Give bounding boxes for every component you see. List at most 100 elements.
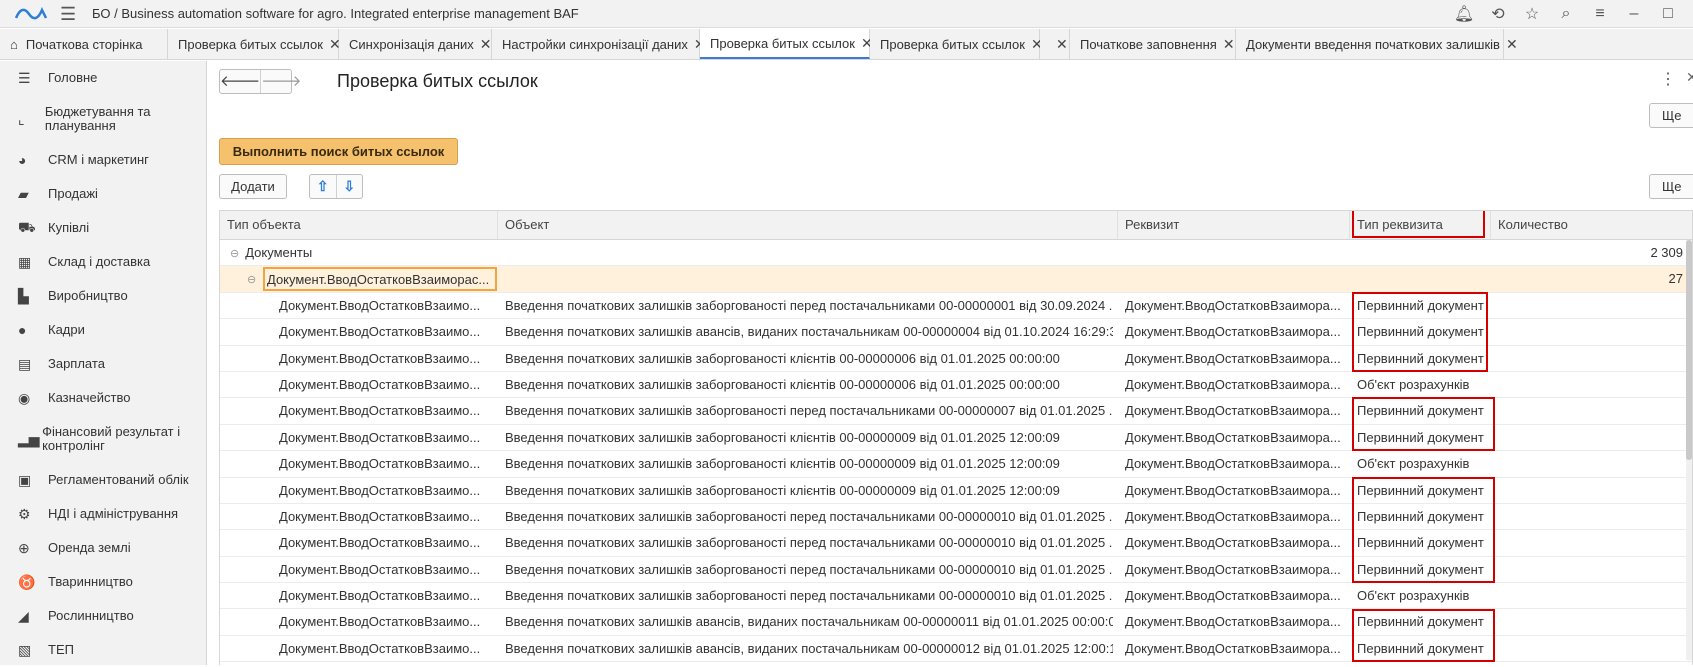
settings-icon[interactable]: ≡ (1583, 5, 1617, 23)
title-bar: ☰ БО / Business automation software for … (0, 0, 1693, 28)
more-button-table[interactable]: Ще (1649, 174, 1693, 199)
sidebar-item-production[interactable]: ▙ Виробництво (0, 279, 206, 313)
cell-attribute: Документ.ВводОстатковВзаимора... (1125, 482, 1341, 498)
sidebar-item-regulated[interactable]: ▣ Регламентований облік (0, 463, 206, 497)
subgroup-label: Документ.ВводОстатковВзаиморас... (263, 267, 497, 292)
forward-arrow-icon[interactable]: 🡒 (260, 70, 301, 93)
cell-object: Введення початкових залишків заборговано… (505, 508, 1113, 524)
tab-sync-settings[interactable]: Настройки синхронізації даних✕ (492, 29, 706, 59)
home-icon: ⌂ (10, 36, 18, 52)
table-row[interactable]: Документ.ВводОстатковВзаимо... Введення п… (220, 583, 1692, 610)
sidebar-item-livestock[interactable]: ♉ Тваринництво (0, 565, 206, 599)
arrow-down-icon[interactable]: ⇩ (335, 175, 363, 198)
sidebar-item-label: Оренда землі (48, 540, 131, 555)
close-icon[interactable]: ✕ (480, 36, 492, 53)
cell-object: Введення початкових залишків заборговано… (505, 456, 1060, 472)
column-header-count[interactable]: Количество (1491, 211, 1692, 239)
sidebar-item-purchases[interactable]: ⛟ Купівлі (0, 211, 206, 245)
sidebar-item-land-lease[interactable]: ⊕ Оренда землі (0, 531, 206, 565)
tab-initial-balance-docs[interactable]: Документи введення початкових залишків ✕ (1236, 29, 1518, 59)
arrow-up-icon[interactable]: ⇧ (310, 175, 336, 198)
tab-broken-links-1[interactable]: Проверка битых ссылок ✕ (168, 29, 341, 59)
main-content: 🡐 🡒 Проверка битых ссылок ⋮ ✕ Ще Выполни… (208, 61, 1693, 665)
sidebar-item-tep[interactable]: ▧ ТЕП (0, 633, 206, 667)
tab-label: Документи введення початкових залишків (1246, 36, 1500, 52)
cell-object: Введення початкових залишків заборговано… (505, 350, 1060, 366)
sidebar-item-hr[interactable]: ● Кадри (0, 313, 206, 347)
sidebar-item-budgeting[interactable]: ⌞ Бюджетування та планування (0, 95, 206, 143)
cell-object-type: Документ.ВводОстатковВзаимо... (279, 350, 481, 366)
annotation-highlight-box (1352, 476, 1495, 584)
sidebar-item-main[interactable]: ☰ Головне (0, 61, 206, 95)
cell-object-type: Документ.ВводОстатковВзаимо... (279, 482, 481, 498)
vertical-scrollbar[interactable] (1686, 240, 1692, 660)
cell-object-type: Документ.ВводОстатковВзаимо... (279, 403, 481, 419)
search-broken-links-button[interactable]: Выполнить поиск битых ссылок (219, 138, 458, 165)
sidebar-item-crm[interactable]: ◕ CRM і маркетинг (0, 143, 206, 177)
sidebar-item-label: CRM і маркетинг (48, 152, 149, 167)
cell-attribute: Документ.ВводОстатковВзаимора... (1125, 429, 1341, 445)
sidebar-item-label: ТЕП (48, 642, 74, 657)
sidebar: ☰ Головне ⌞ Бюджетування та планування ◕ CR… (0, 61, 207, 665)
cow-icon: ♉ (18, 573, 36, 590)
nav-buttons: 🡐 🡒 (219, 69, 301, 94)
chart-axis-icon: ⌞ (18, 110, 25, 127)
cell-object-type: Документ.ВводОстатковВзаимо... (279, 456, 481, 472)
tab-empty[interactable]: ✕ (1040, 29, 1070, 59)
tab-initial-fill[interactable]: Початкове заповнення ✕ (1070, 29, 1236, 59)
close-icon[interactable]: ✕ (1223, 36, 1235, 53)
notifications-icon[interactable]: 🔔︎ (1447, 4, 1481, 24)
menu-icon: ☰ (18, 69, 31, 86)
main-menu-icon[interactable]: ☰ (60, 5, 78, 23)
column-header-attribute[interactable]: Реквизит (1118, 211, 1350, 239)
close-icon[interactable]: ✕ (1056, 36, 1068, 53)
cell-object: Введення початкових залишків заборговано… (505, 535, 1113, 551)
kebab-menu-icon[interactable]: ⋮ (1660, 69, 1676, 89)
back-arrow-icon[interactable]: 🡐 (220, 70, 260, 93)
sidebar-item-admin[interactable]: ⚙ НДІ і адміністрування (0, 497, 206, 531)
sidebar-item-treasury[interactable]: ◉ Казначейство (0, 381, 206, 415)
cell-object: Введення початкових залишків заборговано… (505, 588, 1113, 604)
move-buttons: ⇧ ⇩ (309, 174, 363, 199)
history-icon[interactable]: ⟲ (1481, 4, 1515, 24)
app-logo-icon[interactable] (14, 4, 48, 24)
sidebar-item-warehouse[interactable]: ▦ Склад і доставка (0, 245, 206, 279)
tractor-icon: ◢ (18, 607, 29, 624)
person-icon: ● (18, 322, 27, 338)
column-header-object[interactable]: Объект (498, 211, 1118, 239)
sidebar-item-label: НДІ і адміністрування (48, 506, 179, 521)
tab-broken-links-active[interactable]: Проверка битых ссылок ✕ (700, 29, 873, 59)
close-icon[interactable]: ✕ (1506, 36, 1518, 53)
cell-object: Введення початкових залишків заборговано… (505, 376, 1060, 392)
sidebar-item-payroll[interactable]: ▤ Зарплата (0, 347, 206, 381)
favorites-icon[interactable]: ☆ (1515, 4, 1549, 24)
more-button-top[interactable]: Ще (1649, 103, 1693, 128)
warehouse-icon: ▦ (18, 253, 32, 270)
table-row[interactable]: Документ.ВводОстатковВзаимо... Введення п… (220, 372, 1692, 399)
collapse-icon[interactable]: ⊖ (247, 274, 256, 286)
scrollbar-thumb[interactable] (1686, 240, 1692, 460)
minimize-icon[interactable]: – (1617, 5, 1651, 23)
maximize-icon[interactable]: □ (1651, 5, 1685, 23)
tab-data-sync[interactable]: Синхронізація даних ✕ (339, 29, 492, 59)
search-icon[interactable]: ⌕ (1549, 5, 1583, 23)
collapse-icon[interactable]: ⊖ (230, 248, 239, 260)
cell-object-type: Документ.ВводОстатковВзаимо... (279, 297, 481, 313)
sidebar-item-sales[interactable]: ▰ Продажі (0, 177, 206, 211)
add-button[interactable]: Додати (219, 174, 287, 199)
factory-icon: ▙ (18, 287, 29, 304)
cell-object-type: Документ.ВводОстатковВзаимо... (279, 535, 481, 551)
group-row[interactable]: ⊖ Документы 2 309 (220, 240, 1692, 267)
tab-home[interactable]: ⌂ Початкова сторінка (0, 29, 168, 59)
column-header-object-type[interactable]: Тип объекта (220, 211, 498, 239)
sidebar-item-finance[interactable]: ▂▅ Фінансовий результат і контролінг (0, 415, 206, 463)
sidebar-item-crops[interactable]: ◢ Рослинництво (0, 599, 206, 633)
cell-object-type: Документ.ВводОстатковВзаимо... (279, 614, 481, 630)
sidebar-item-label: Тваринництво (48, 574, 133, 589)
subgroup-row[interactable]: ⊖ Документ.ВводОстатковВзаиморас... 27 (220, 266, 1692, 293)
tab-broken-links-3[interactable]: Проверка битых ссылок ✕ (870, 29, 1043, 59)
cell-attribute-type: Об'єкт розрахунків (1357, 456, 1470, 472)
table-row[interactable]: Документ.ВводОстатковВзаимо... Введення п… (220, 451, 1692, 478)
cell-attribute: Документ.ВводОстатковВзаимора... (1125, 640, 1341, 656)
close-icon[interactable]: ✕ (1686, 69, 1693, 86)
